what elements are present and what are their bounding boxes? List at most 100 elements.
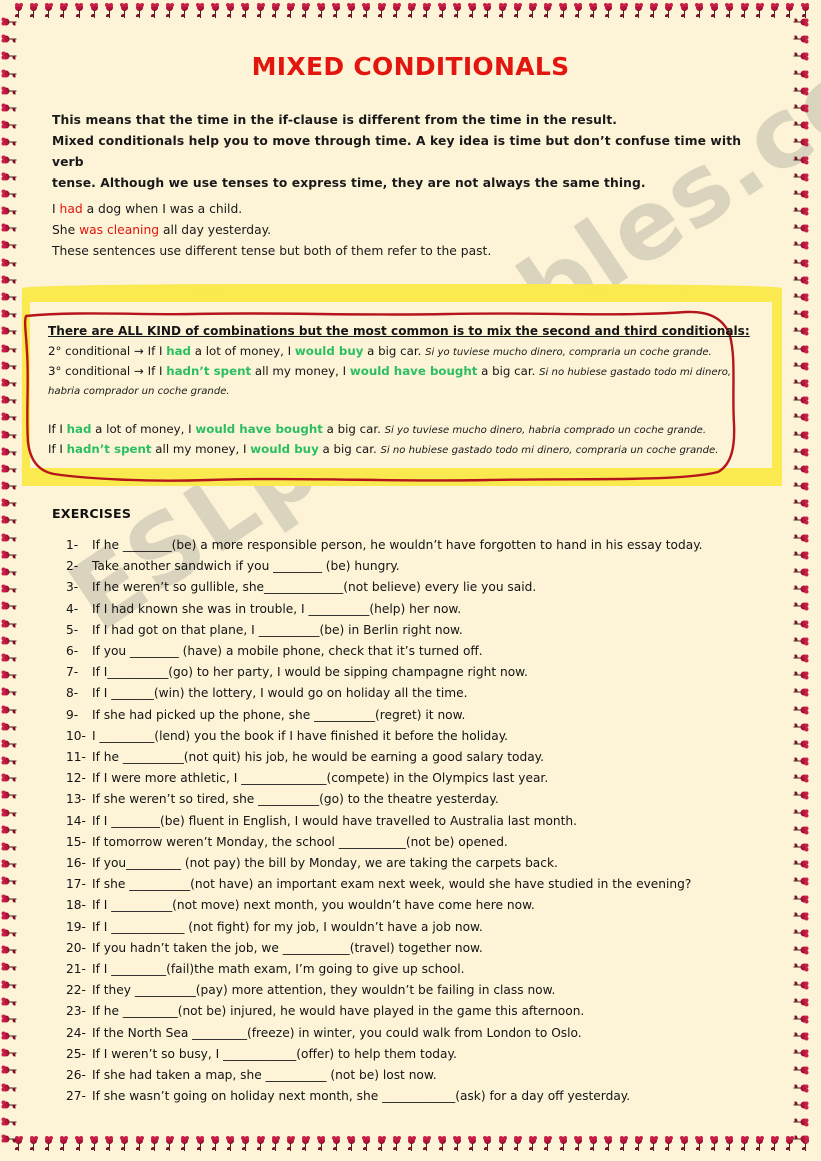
heart-flower-icon — [2, 396, 19, 405]
mixed2-mid: all my money, I — [151, 442, 251, 456]
heart-flower-icon — [422, 1135, 431, 1153]
heart-flower-icon — [2, 1100, 19, 1109]
heart-flower-icon — [2, 1135, 19, 1144]
heart-flower-icon — [792, 224, 808, 233]
heart-flower-icon — [649, 2, 658, 20]
heart-flower-icon — [710, 1135, 719, 1153]
heart-flower-icon — [120, 1135, 129, 1153]
heart-flower-icon — [770, 1135, 779, 1153]
exercise-number: 20- — [66, 940, 86, 955]
heart-flower-icon — [468, 2, 477, 20]
heart-flower-icon — [2, 464, 19, 473]
heart-flower-icon — [2, 447, 19, 456]
heart-flower-icon — [2, 619, 19, 628]
third-label: 3° conditional → If I — [48, 364, 167, 378]
heart-flower-icon — [14, 2, 23, 20]
heart-flower-icon — [619, 2, 628, 20]
mixed1-spanish: Si yo tuviese mucho dinero, habria compr… — [384, 425, 707, 436]
heart-flower-icon — [792, 413, 808, 422]
heart-flower-icon — [2, 155, 19, 164]
example-2-pre: She — [52, 223, 80, 237]
exercise-text: If tomorrow weren’t Monday, the school _… — [92, 834, 508, 849]
exercise-item: 9- If she had picked up the phone, she __… — [66, 705, 801, 726]
heart-flower-icon — [135, 1135, 144, 1153]
heart-flower-icon — [680, 2, 689, 20]
heart-flower-icon — [792, 172, 808, 181]
heart-flower-icon — [468, 1135, 477, 1153]
heart-flower-icon — [792, 275, 808, 284]
heart-flower-icon — [498, 2, 507, 20]
heart-flower-icon — [589, 2, 598, 20]
exercise-text: If she had picked up the phone, she ____… — [92, 707, 466, 722]
heart-flower-icon — [392, 1135, 401, 1153]
heart-flower-icon — [271, 2, 280, 20]
exercises-heading: EXERCISES — [52, 506, 132, 521]
heart-flower-icon — [2, 293, 19, 302]
heart-flower-icon — [105, 1135, 114, 1153]
heart-flower-icon — [792, 396, 808, 405]
exercise-number: 27- — [66, 1089, 86, 1104]
exercise-text: Take another sandwich if you ________ (b… — [92, 559, 400, 574]
exercise-item: 8- If I _______(win) the lottery, I would… — [66, 683, 801, 704]
heart-flower-icon — [792, 86, 808, 95]
example-sentence-1: I had a dog when I was a child. — [52, 199, 767, 220]
example-sentence-3: These sentences use different tense but … — [52, 244, 492, 258]
heart-flower-icon — [2, 602, 19, 611]
exercise-text: If I weren’t so busy, I ____________(off… — [92, 1046, 457, 1061]
heart-flower-icon — [792, 516, 808, 525]
exercise-number: 22- — [66, 983, 86, 998]
heart-flower-icon — [2, 189, 19, 198]
exercise-number: 10- — [66, 728, 86, 743]
heart-flower-icon — [2, 946, 19, 955]
exercise-number: 19- — [66, 919, 86, 934]
heart-flower-icon — [528, 1135, 537, 1153]
example-1-pre: I — [52, 202, 60, 216]
heart-flower-icon — [498, 1135, 507, 1153]
heart-flower-icon — [332, 2, 341, 20]
border-bottom — [14, 1135, 810, 1157]
exercise-item: 25- If I weren’t so busy, I ____________(… — [66, 1044, 801, 1065]
example-sentences: I had a dog when I was a child. She was … — [52, 199, 767, 262]
exercise-item: 16- If you_________ (not pay) the bill by… — [66, 853, 801, 874]
exercise-text: If you ________ (have) a mobile phone, c… — [92, 644, 483, 659]
third-spanish: Si no hubiese gastado todo mi dinero, — [539, 367, 732, 378]
exercise-text: If he _________(not be) injured, he woul… — [92, 1004, 585, 1019]
exercise-item: 21- If I _________(fail)the math exam, I’… — [66, 959, 801, 980]
heart-flower-icon — [619, 1135, 628, 1153]
heart-flower-icon — [2, 86, 19, 95]
heart-flower-icon — [256, 1135, 265, 1153]
heart-flower-icon — [710, 2, 719, 20]
heart-flower-icon — [2, 808, 19, 817]
exercise-item: 27- If she wasn’t going on holiday next m… — [66, 1086, 801, 1107]
heart-flower-icon — [589, 1135, 598, 1153]
heart-flower-icon — [2, 499, 19, 508]
heart-flower-icon — [347, 2, 356, 20]
heart-flower-icon — [150, 1135, 159, 1153]
heart-flower-icon — [792, 18, 808, 27]
heart-flower-icon — [347, 1135, 356, 1153]
heart-flower-icon — [2, 1066, 19, 1075]
heart-flower-icon — [543, 2, 552, 20]
exercise-number: 14- — [66, 813, 86, 828]
heart-flower-icon — [2, 791, 19, 800]
heart-flower-icon — [271, 1135, 280, 1153]
third-verb-2: would have bought — [349, 364, 478, 378]
heart-flower-icon — [792, 207, 808, 216]
heart-flower-icon — [2, 121, 19, 130]
exercise-number: 5- — [66, 622, 79, 637]
mixed2-label: If I — [48, 442, 67, 456]
heart-flower-icon — [180, 2, 189, 20]
exercises-list: 1- If he ________(be) a more responsible … — [66, 535, 801, 1107]
heart-flower-icon — [2, 35, 19, 44]
intro-line-3: tense. Although we use tenses to express… — [52, 176, 646, 190]
example-sentence-2: She was cleaning all day yesterday. — [52, 220, 767, 241]
heart-flower-icon — [680, 1135, 689, 1153]
heart-flower-icon — [211, 2, 220, 20]
heart-flower-icon — [44, 1135, 53, 1153]
heart-flower-icon — [2, 378, 19, 387]
heart-flower-icon — [770, 2, 779, 20]
second-verb-2: would buy — [294, 344, 364, 358]
rule-mixed-2: If I hadn’t spent all my money, I would … — [48, 440, 758, 460]
heart-flower-icon — [75, 2, 84, 20]
heart-flower-icon — [196, 2, 205, 20]
